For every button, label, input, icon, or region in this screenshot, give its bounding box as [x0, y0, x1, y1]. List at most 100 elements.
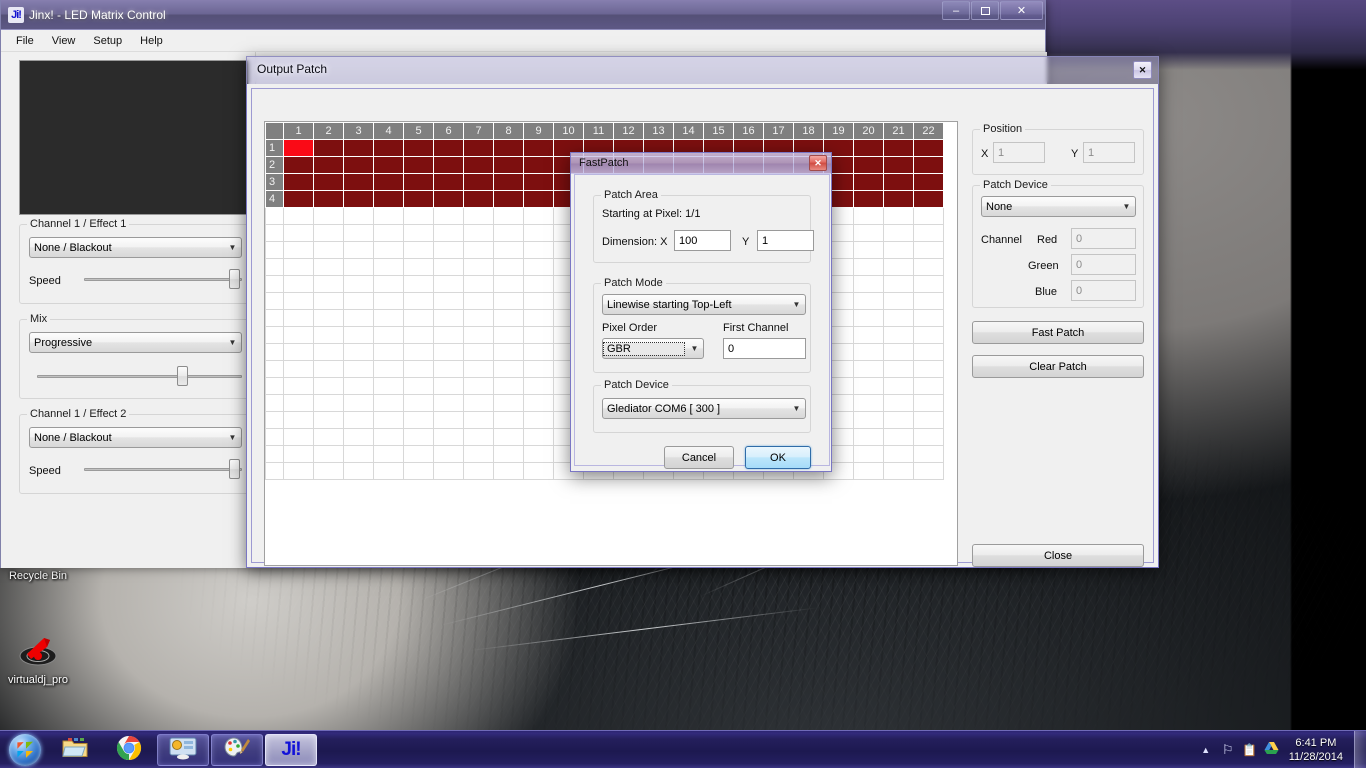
- matrix-cell-empty[interactable]: [523, 360, 554, 378]
- matrix-cell[interactable]: [853, 139, 884, 157]
- matrix-cell[interactable]: [433, 173, 464, 191]
- matrix-cell-empty[interactable]: [883, 224, 914, 242]
- matrix-cell-empty[interactable]: [313, 377, 344, 395]
- matrix-cell-empty[interactable]: [373, 428, 404, 446]
- matrix-cell-empty[interactable]: [913, 360, 944, 378]
- matrix-cell-empty[interactable]: [343, 241, 374, 259]
- slider-thumb[interactable]: [229, 459, 240, 479]
- dimension-y-field[interactable]: 1: [757, 230, 814, 251]
- matrix-cell[interactable]: [343, 156, 374, 174]
- effect2-speed-slider[interactable]: [84, 459, 242, 479]
- matrix-cell-empty[interactable]: [283, 394, 314, 412]
- taskbar-item-control-panel[interactable]: [157, 733, 209, 766]
- matrix-cell[interactable]: [283, 156, 314, 174]
- matrix-cell-empty[interactable]: [523, 445, 554, 463]
- matrix-cell[interactable]: [313, 139, 344, 157]
- matrix-cell-empty[interactable]: [883, 377, 914, 395]
- matrix-cell-empty[interactable]: [403, 275, 434, 293]
- matrix-cell[interactable]: [493, 139, 524, 157]
- matrix-cell-empty[interactable]: [883, 326, 914, 344]
- matrix-cell-empty[interactable]: [463, 275, 494, 293]
- matrix-cell-empty[interactable]: [853, 207, 884, 225]
- matrix-cell-empty[interactable]: [403, 360, 434, 378]
- matrix-cell-empty[interactable]: [853, 394, 884, 412]
- matrix-column-header[interactable]: 14: [673, 122, 704, 140]
- output-patch-close-button[interactable]: ✕: [1133, 61, 1152, 79]
- matrix-column-header[interactable]: 21: [883, 122, 914, 140]
- matrix-cell-empty[interactable]: [913, 309, 944, 327]
- mix-slider[interactable]: [37, 366, 242, 386]
- effect2-combo[interactable]: None / Blackout ▼: [29, 427, 242, 448]
- matrix-column-header[interactable]: 17: [763, 122, 794, 140]
- matrix-cell-empty[interactable]: [463, 258, 494, 276]
- matrix-cell[interactable]: [403, 156, 434, 174]
- matrix-cell-empty[interactable]: [523, 462, 554, 480]
- matrix-cell-empty[interactable]: [373, 326, 404, 344]
- matrix-cell-empty[interactable]: [463, 411, 494, 429]
- matrix-cell[interactable]: [913, 190, 944, 208]
- matrix-cell[interactable]: [523, 173, 554, 191]
- matrix-cell-empty[interactable]: [493, 428, 524, 446]
- matrix-cell-empty[interactable]: [913, 224, 944, 242]
- fastpatch-close-button[interactable]: ✕: [809, 155, 827, 171]
- matrix-cell-empty[interactable]: [883, 360, 914, 378]
- matrix-cell-empty[interactable]: [463, 309, 494, 327]
- matrix-cell-empty[interactable]: [853, 343, 884, 361]
- patch-device-combo[interactable]: None ▼: [981, 196, 1136, 217]
- matrix-cell-empty[interactable]: [493, 462, 524, 480]
- matrix-cell-empty[interactable]: [433, 275, 464, 293]
- matrix-cell-empty[interactable]: [403, 411, 434, 429]
- matrix-cell-empty[interactable]: [313, 292, 344, 310]
- close-button[interactable]: ✕: [1000, 1, 1043, 20]
- matrix-cell-empty[interactable]: [313, 258, 344, 276]
- matrix-cell[interactable]: [403, 139, 434, 157]
- matrix-cell-empty[interactable]: [313, 394, 344, 412]
- matrix-cell[interactable]: [373, 173, 404, 191]
- matrix-cell-empty[interactable]: [433, 445, 464, 463]
- matrix-cell-empty[interactable]: [433, 241, 464, 259]
- action-center-icon[interactable]: 📋: [1239, 743, 1261, 757]
- matrix-cell-empty[interactable]: [883, 343, 914, 361]
- matrix-cell-empty[interactable]: [283, 224, 314, 242]
- desktop-icon-recycle-bin[interactable]: Recycle Bin: [0, 570, 76, 583]
- fast-patch-button[interactable]: Fast Patch: [972, 321, 1144, 344]
- taskbar-item-windows-explorer[interactable]: [49, 734, 101, 766]
- channel-blue-field[interactable]: 0: [1071, 280, 1136, 301]
- matrix-cell-empty[interactable]: [853, 377, 884, 395]
- matrix-cell-empty[interactable]: [373, 292, 404, 310]
- matrix-cell-empty[interactable]: [433, 462, 464, 480]
- matrix-cell-empty[interactable]: [403, 377, 434, 395]
- matrix-cell-empty[interactable]: [343, 462, 374, 480]
- matrix-cell[interactable]: [373, 139, 404, 157]
- matrix-cell[interactable]: [313, 190, 344, 208]
- matrix-cell[interactable]: [433, 190, 464, 208]
- matrix-cell-empty[interactable]: [313, 462, 344, 480]
- matrix-cell-empty[interactable]: [883, 207, 914, 225]
- matrix-cell-empty[interactable]: [433, 326, 464, 344]
- matrix-cell-empty[interactable]: [433, 309, 464, 327]
- matrix-cell-empty[interactable]: [313, 207, 344, 225]
- matrix-cell-empty[interactable]: [493, 360, 524, 378]
- matrix-cell-empty[interactable]: [523, 292, 554, 310]
- matrix-column-header[interactable]: 22: [913, 122, 944, 140]
- matrix-cell-empty[interactable]: [283, 462, 314, 480]
- taskbar-item-paint[interactable]: [211, 733, 263, 766]
- matrix-cell[interactable]: [463, 139, 494, 157]
- cancel-button[interactable]: Cancel: [664, 446, 734, 469]
- matrix-cell-empty[interactable]: [523, 224, 554, 242]
- matrix-cell[interactable]: [313, 173, 344, 191]
- matrix-cell-empty[interactable]: [283, 241, 314, 259]
- output-patch-titlebar[interactable]: Output Patch ✕: [246, 56, 1159, 84]
- matrix-cell-empty[interactable]: [343, 445, 374, 463]
- matrix-cell-empty[interactable]: [433, 343, 464, 361]
- matrix-cell-empty[interactable]: [373, 377, 404, 395]
- show-desktop-button[interactable]: [1354, 730, 1366, 768]
- output-preview[interactable]: [19, 60, 249, 215]
- maximize-button[interactable]: [971, 1, 999, 20]
- matrix-cell-empty[interactable]: [493, 343, 524, 361]
- matrix-cell-empty[interactable]: [433, 207, 464, 225]
- matrix-cell-empty[interactable]: [523, 377, 554, 395]
- matrix-cell-empty[interactable]: [283, 343, 314, 361]
- position-y-field[interactable]: 1: [1083, 142, 1135, 163]
- taskbar-item-jinx[interactable]: Ji!: [265, 733, 317, 766]
